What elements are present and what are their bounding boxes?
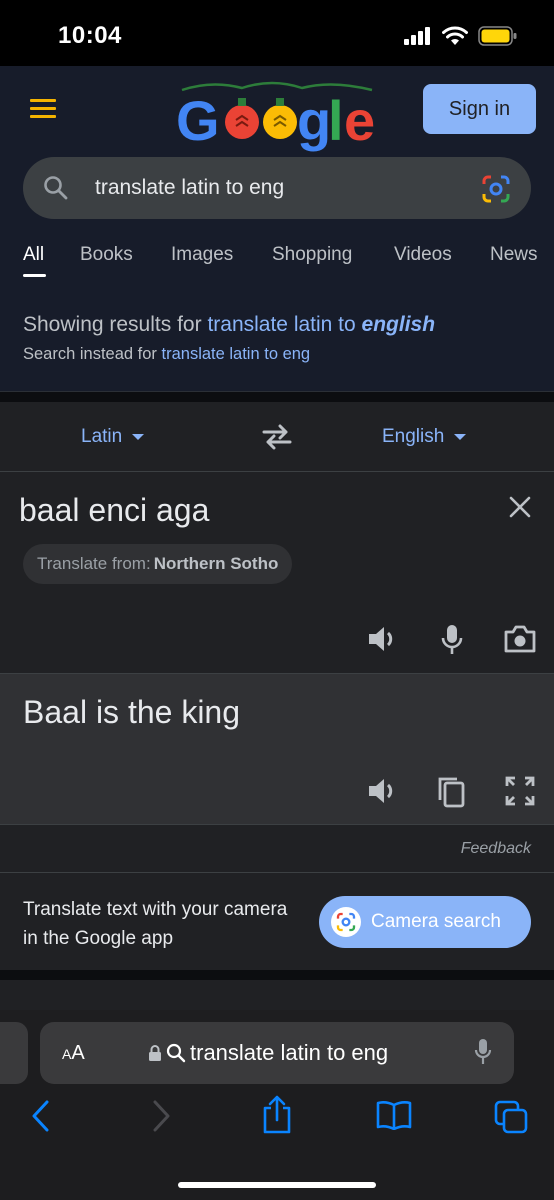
tab-news[interactable]: News: [490, 244, 538, 266]
url-display[interactable]: translate latin to eng: [148, 1040, 388, 1066]
search-input[interactable]: translate latin to eng: [23, 157, 531, 219]
divider: [0, 392, 554, 402]
chevron-down-icon: [454, 434, 467, 440]
language-selector-row: Latin English: [0, 402, 554, 472]
search-icon[interactable]: [43, 175, 69, 201]
promo-text: Translate text with your camera in the G…: [23, 899, 288, 949]
google-doodle-logo[interactable]: G g l e: [172, 76, 382, 152]
original-query-link[interactable]: translate latin to eng: [162, 345, 311, 363]
tab-videos[interactable]: Videos: [394, 244, 452, 266]
google-lens-icon: [331, 907, 361, 937]
bookmarks-icon[interactable]: [376, 1100, 412, 1130]
url-text: translate latin to eng: [190, 1040, 389, 1065]
speaker-icon[interactable]: [367, 776, 399, 806]
close-icon[interactable]: [508, 495, 532, 519]
google-header: G g l e Sign in: [0, 66, 554, 154]
safari-bottom-bar: AA translate latin to eng: [0, 1010, 554, 1200]
search-tabs: All Books Images Shopping Videos News: [0, 226, 554, 288]
fullscreen-icon[interactable]: [505, 776, 535, 806]
detected-language-chip[interactable]: Translate from: Northern Sotho: [23, 544, 293, 584]
status-bar: 10:04: [0, 0, 554, 66]
translated-text: Baal is the king: [23, 694, 241, 730]
tab-shopping[interactable]: Shopping: [272, 244, 352, 266]
translation-output: Baal is the king: [0, 673, 554, 825]
tab-books[interactable]: Books: [80, 244, 133, 266]
svg-text:G: G: [176, 89, 220, 152]
spelling-correction: Showing results for translate latin to e…: [0, 288, 554, 392]
search-icon: [166, 1043, 186, 1063]
tab-all[interactable]: All: [23, 244, 44, 266]
tab-images[interactable]: Images: [171, 244, 233, 266]
microphone-icon[interactable]: [474, 1038, 492, 1066]
instead-prefix: Search instead for: [23, 345, 157, 363]
google-lens-icon[interactable]: [481, 174, 511, 204]
previous-tab-preview[interactable]: [0, 1022, 28, 1084]
signal-icon: [404, 27, 430, 45]
status-icons: [404, 26, 518, 46]
share-icon[interactable]: [261, 1094, 293, 1134]
address-bar[interactable]: AA translate latin to eng: [40, 1022, 514, 1084]
reader-aa-button[interactable]: AA: [62, 1042, 85, 1065]
divider: [0, 970, 554, 980]
camera-search-label: Camera search: [371, 911, 501, 932]
battery-icon: [478, 26, 517, 46]
copy-icon[interactable]: [437, 776, 465, 808]
camera-icon[interactable]: [503, 624, 537, 654]
tabs-icon[interactable]: [494, 1100, 528, 1134]
menu-icon[interactable]: [30, 99, 56, 119]
source-text-input[interactable]: baal enci aga: [19, 492, 209, 529]
search-query[interactable]: translate latin to eng: [95, 176, 284, 200]
source-language-dropdown[interactable]: Latin: [81, 426, 145, 448]
sign-in-button[interactable]: Sign in: [423, 84, 536, 134]
target-language-dropdown[interactable]: English: [382, 426, 467, 448]
speaker-icon[interactable]: [367, 624, 399, 654]
browser-toolbar: [0, 1095, 554, 1140]
search-instead-line: Search instead for translate latin to en…: [23, 345, 310, 364]
back-icon[interactable]: [30, 1100, 52, 1132]
feedback-link[interactable]: Feedback: [461, 840, 531, 858]
corrected-query-link[interactable]: translate latin to english: [207, 313, 435, 336]
camera-search-promo: Translate text with your camera in the G…: [0, 872, 554, 970]
camera-search-button[interactable]: Camera search: [319, 896, 531, 948]
swap-languages-icon[interactable]: [262, 424, 292, 450]
wifi-icon: [442, 26, 468, 45]
chevron-down-icon: [132, 434, 145, 440]
active-tab-indicator: [23, 274, 46, 277]
showing-prefix: Showing results for: [23, 313, 202, 336]
svg-text:e: e: [344, 89, 375, 152]
translate-widget: Latin English baal enci aga Translate fr…: [0, 402, 554, 872]
home-indicator: [178, 1182, 376, 1188]
svg-text:l: l: [328, 89, 344, 152]
search-area: translate latin to eng: [0, 154, 554, 226]
microphone-icon[interactable]: [440, 624, 464, 656]
lock-icon: [149, 1045, 161, 1061]
showing-results-line: Showing results for translate latin to e…: [23, 313, 435, 337]
forward-icon[interactable]: [150, 1100, 172, 1132]
svg-text:g: g: [297, 89, 331, 152]
status-time: 10:04: [58, 22, 122, 49]
